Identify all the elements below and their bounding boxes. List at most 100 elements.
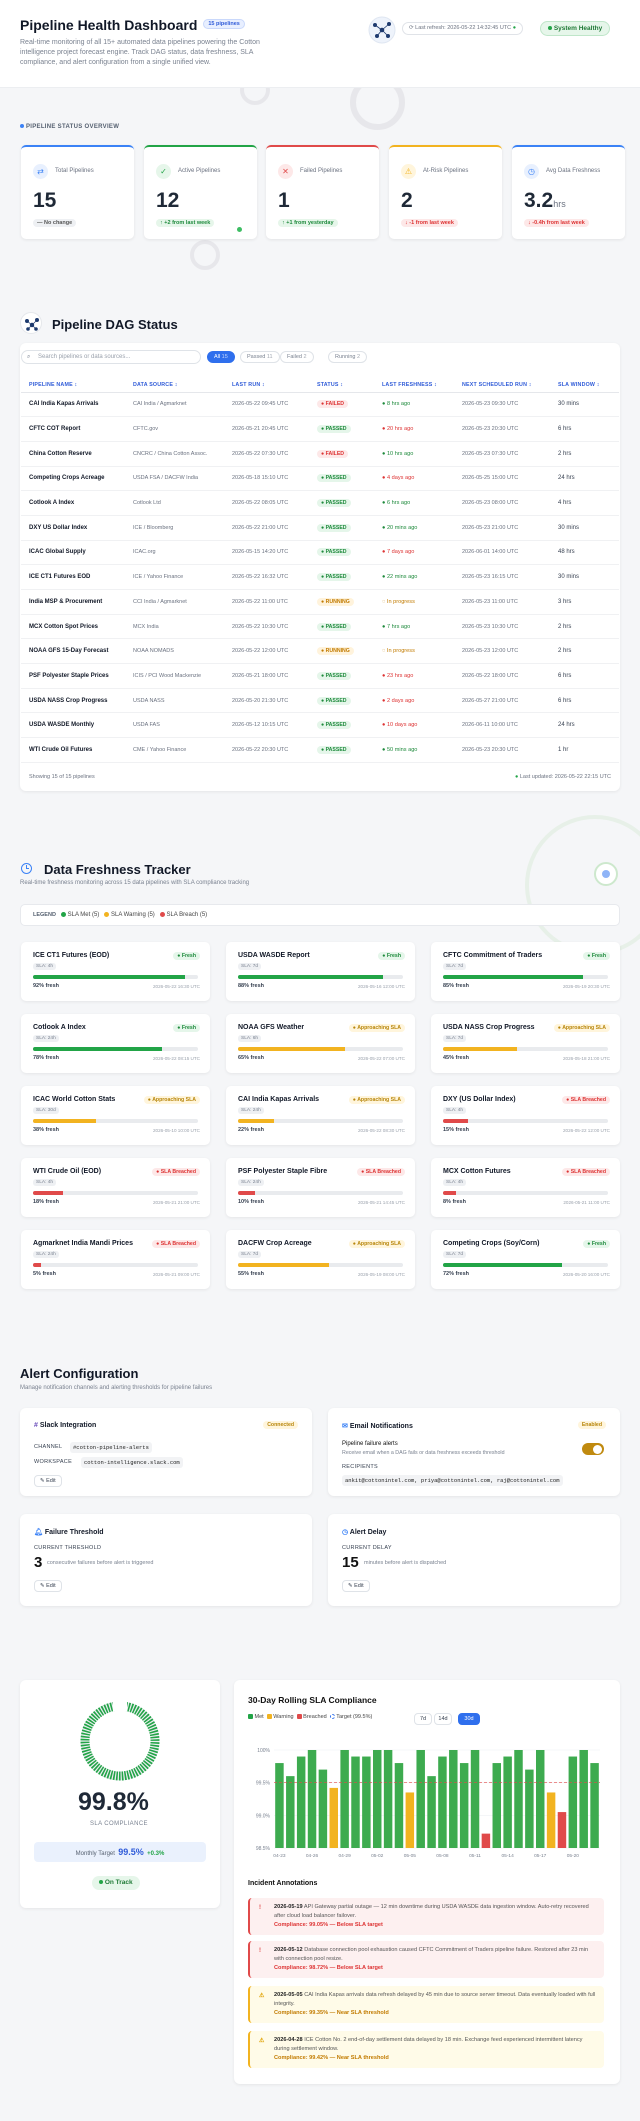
next-run: 2026-05-23 21:00 UTC bbox=[454, 515, 550, 541]
table-row[interactable]: DXY US Dollar Index ICE / Bloomberg 2026-0… bbox=[21, 515, 619, 541]
freshness-bar bbox=[238, 1047, 403, 1051]
column-header[interactable]: NEXT SCHEDULED RUN ↕ bbox=[454, 378, 550, 393]
sla-window: 2 hrs bbox=[550, 638, 619, 665]
filter-failed[interactable]: Failed 2 bbox=[280, 351, 314, 363]
sla-window: 6 hrs bbox=[550, 416, 619, 442]
column-header[interactable]: LAST RUN ↕ bbox=[224, 378, 309, 393]
freshness-percent: 78% fresh bbox=[33, 1055, 59, 1061]
kpi-card: ⇄ Total Pipelines 15 — No change bbox=[21, 145, 134, 239]
kpi-value: 1 bbox=[278, 189, 290, 212]
filter-passed[interactable]: Passed 11 bbox=[240, 351, 280, 363]
freshness-percent: 22% fresh bbox=[238, 1127, 264, 1133]
freshness-card-title: DACFW Crop Acreage bbox=[238, 1240, 312, 1247]
next-run: 2026-05-25 15:00 UTC bbox=[454, 466, 550, 492]
table-row[interactable]: Cotlook A Index Cotlook Ltd 2026-05-22 08:… bbox=[21, 490, 619, 516]
threshold-label: CURRENT THRESHOLD bbox=[34, 1545, 102, 1551]
x-tick-label: 04-29 bbox=[338, 1853, 351, 1859]
freshness-title: Data Freshness Tracker bbox=[44, 862, 191, 877]
freshness-card: CFTC Commitment of Traders SLA: 7d ● Fresh… bbox=[431, 942, 620, 1001]
freshness-card-title: Competing Crops (Soy/Corn) bbox=[443, 1240, 540, 1247]
table-row[interactable]: WTI Crude Oil Futures CME / Yahoo Finance… bbox=[21, 737, 619, 763]
data-source: CAI India / Agmarknet bbox=[125, 392, 224, 418]
table-row[interactable]: ICAC Global Supply ICAC.org 2026-05-15 14:… bbox=[21, 540, 619, 566]
freshness-bar-fill bbox=[443, 1263, 562, 1267]
pipeline-name: Cotlook A Index bbox=[21, 490, 125, 516]
freshness-timestamp: 2026-05-21 14:45 UTC bbox=[358, 1200, 405, 1205]
freshness-bar bbox=[443, 1119, 608, 1123]
y-tick-label: 98.5% bbox=[256, 1846, 271, 1852]
freshness-percent: 45% fresh bbox=[443, 1055, 469, 1061]
slack-edit-button[interactable]: ✎ Edit bbox=[34, 1475, 62, 1487]
data-source: ICIS / PCI Wood Mackenzie bbox=[125, 663, 224, 689]
data-source: MCX India bbox=[125, 614, 224, 640]
last-run: 2026-05-22 12:00 UTC bbox=[224, 638, 309, 665]
table-row[interactable]: MCX Cotton Spot Prices MCX India 2026-05-2… bbox=[21, 614, 619, 640]
freshness-bar bbox=[33, 975, 198, 979]
shuffle-icon: ⇄ bbox=[33, 164, 48, 179]
last-run: 2026-05-12 10:15 UTC bbox=[224, 712, 309, 739]
table-row[interactable]: PSF Polyester Staple Prices ICIS / PCI Wo… bbox=[21, 663, 619, 689]
range-tab-30d[interactable]: 30d bbox=[458, 1713, 480, 1725]
table-row[interactable]: USDA WASDE Monthly USDA FAS 2026-05-12 10:… bbox=[21, 712, 619, 739]
freshness-status-badge: ● SLA Breached bbox=[152, 1168, 200, 1176]
freshness-timestamp: 2026-05-16 12:00 UTC bbox=[358, 984, 405, 989]
pipeline-search-input[interactable]: ⌕ Search pipelines or data sources... bbox=[21, 350, 201, 364]
range-tab-14d[interactable]: 14d bbox=[434, 1713, 452, 1725]
status-cell: ● PASSED bbox=[309, 416, 374, 442]
filter-running[interactable]: Running 2 bbox=[328, 351, 368, 363]
table-row[interactable]: CFTC COT Report CFTC.gov 2026-05-21 20:45 … bbox=[21, 416, 619, 442]
freshness-timestamp: 2026-05-22 12:00 UTC bbox=[563, 1128, 610, 1133]
freshness-timestamp: 2026-05-21 11:00 UTC bbox=[563, 1200, 610, 1205]
table-row[interactable]: China Cotton Reserve CNCRC / China Cotton… bbox=[21, 441, 619, 467]
sla-bar bbox=[362, 1756, 371, 1848]
column-header[interactable]: LAST FRESHNESS ↕ bbox=[374, 378, 454, 393]
sla-window: 1 hr bbox=[550, 737, 619, 763]
refresh-button[interactable]: ⟳ Last refresh: 2026-05-22 14:32:45 UTC … bbox=[402, 22, 524, 35]
freshness-cell: ● 7 hrs ago bbox=[374, 614, 454, 640]
freshness-card: USDA NASS Crop Progress SLA: 7d ● Approach… bbox=[431, 1014, 620, 1073]
sla-bar bbox=[340, 1750, 349, 1848]
x-tick-label: 05-02 bbox=[371, 1853, 384, 1859]
table-row[interactable]: Competing Crops Acreage USDA FSA / DACFW … bbox=[21, 466, 619, 492]
last-run: 2026-05-22 20:30 UTC bbox=[224, 737, 309, 763]
table-row[interactable]: NOAA GFS 15-Day Forecast NOAA NOMADS 2026-… bbox=[21, 638, 619, 665]
status-badge: ● PASSED bbox=[317, 671, 351, 680]
table-row[interactable]: ICE CT1 Futures EOD ICE / Yahoo Finance 20… bbox=[21, 564, 619, 590]
sla-bar bbox=[449, 1750, 458, 1848]
last-run: 2026-05-15 14:20 UTC bbox=[224, 540, 309, 566]
freshness-card-title: PSF Polyester Staple Fibre bbox=[238, 1168, 328, 1175]
warning-icon: ⚠ bbox=[259, 1993, 265, 1999]
table-row[interactable]: CAI India Kapas Arrivals CAI India / Agma… bbox=[21, 392, 619, 418]
sla-tag: SLA: 4h bbox=[33, 1179, 57, 1186]
status-badge: ● PASSED bbox=[317, 425, 351, 434]
slack-title: # Slack Integration bbox=[34, 1422, 97, 1429]
column-header[interactable]: PIPELINE NAME ↕ bbox=[21, 378, 125, 393]
sla-compliance-value: 99.8% bbox=[78, 1788, 149, 1816]
last-run: 2026-05-22 16:32 UTC bbox=[224, 564, 309, 590]
sla-gauge-ring bbox=[80, 1701, 160, 1781]
column-header[interactable]: SLA WINDOW ↕ bbox=[550, 378, 619, 393]
bell-icon: 🔔︎ bbox=[34, 1529, 43, 1536]
sla-window: 30 mins bbox=[550, 564, 619, 590]
sla-bar bbox=[351, 1756, 360, 1848]
delay-edit-button[interactable]: ✎ Edit bbox=[342, 1580, 370, 1592]
table-row[interactable]: USDA NASS Crop Progress USDA NASS 2026-05-… bbox=[21, 688, 619, 714]
threshold-edit-button[interactable]: ✎ Edit bbox=[34, 1580, 62, 1592]
range-tab-7d[interactable]: 7d bbox=[414, 1713, 432, 1725]
kpi-value: 2 bbox=[401, 189, 413, 212]
status-cell: ● PASSED bbox=[309, 663, 374, 689]
email-alerts-toggle[interactable] bbox=[582, 1443, 604, 1455]
clock-icon bbox=[21, 863, 32, 874]
table-row[interactable]: India MSP & Procurement CCI India / Agmar… bbox=[21, 589, 619, 615]
column-header[interactable]: DATA SOURCE ↕ bbox=[125, 378, 224, 393]
filter-all[interactable]: All 15 bbox=[207, 351, 235, 363]
freshness-percent: 5% fresh bbox=[33, 1271, 56, 1277]
column-header[interactable]: STATUS ↕ bbox=[309, 378, 374, 393]
on-track-badge: On Track bbox=[92, 1876, 140, 1890]
freshness-card: ICE CT1 Futures (EOD) SLA: 4h ● Fresh 92% f… bbox=[21, 942, 210, 1001]
pipeline-name: ICE CT1 Futures EOD bbox=[21, 564, 125, 590]
status-badge: ● PASSED bbox=[317, 474, 351, 483]
freshness-bar bbox=[443, 1191, 608, 1195]
freshness-bar-fill bbox=[238, 1263, 329, 1267]
status-cell: ● PASSED bbox=[309, 614, 374, 640]
